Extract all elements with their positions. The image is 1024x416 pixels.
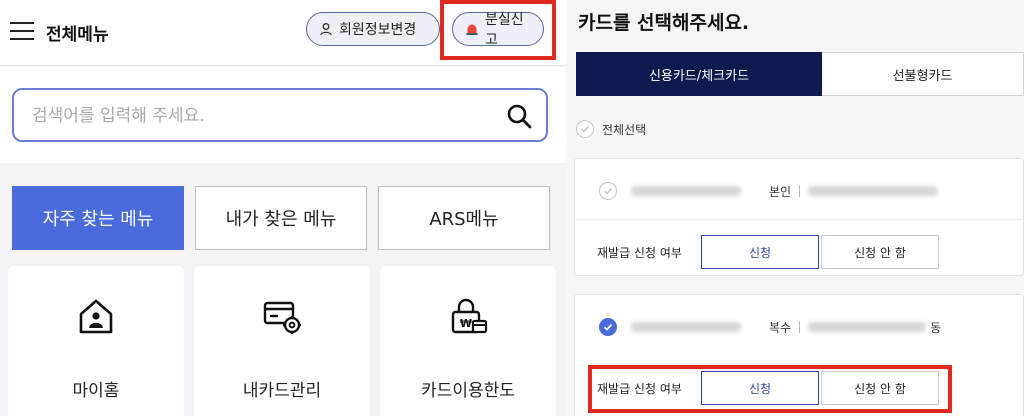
masked-card-number: [631, 186, 741, 196]
menu-tabs: 자주 찾는 메뉴 내가 찾은 메뉴 ARS메뉴: [12, 186, 550, 250]
card-select-title: 카드를 선택해주세요.: [578, 12, 750, 34]
reissue-row: 재발급 신청 여부 신청 신청 안 함: [597, 235, 941, 269]
check-circle-icon: [576, 120, 594, 138]
lost-report-highlight-box: [440, 0, 556, 60]
full-menu-panel: 전체메뉴 회원정보변경 분실신고 자주 찾는 메뉴 내가 찾은 메뉴 ARS메뉴: [0, 0, 566, 416]
hamburger-menu-icon[interactable]: [10, 21, 34, 41]
card-type-segment: 신용카드/체크카드 선불형카드: [576, 52, 1024, 96]
select-all-checkbox[interactable]: 전체선택: [576, 120, 646, 138]
reissue-apply-button[interactable]: 신청: [701, 235, 819, 269]
search-section: [0, 67, 566, 163]
house-person-icon: [76, 296, 116, 336]
card-owner-label: 본인: [769, 184, 792, 199]
masked-card-number: [631, 322, 741, 332]
card-owner-label: 복수: [769, 320, 792, 335]
member-info-button[interactable]: 회원정보변경: [306, 12, 440, 46]
segment-prepaid-card[interactable]: 선불형카드: [822, 52, 1024, 96]
menu-card-label: 내카드관리: [242, 381, 322, 401]
search-box: [12, 88, 548, 142]
card-info-row: 복수 동: [599, 317, 941, 337]
card-gear-icon: [262, 296, 302, 336]
tab-ars-menu[interactable]: ARS메뉴: [378, 186, 550, 250]
divider: [799, 185, 801, 197]
reissue-label: 재발급 신청 여부: [597, 245, 682, 260]
member-info-label: 회원정보변경: [339, 22, 417, 38]
lock-won-card-icon: ₩: [448, 296, 488, 336]
card-name-suffix: 동: [930, 320, 942, 335]
divider: [799, 321, 801, 333]
menu-card-card-usage-limit[interactable]: ₩ 카드이용한도: [380, 266, 556, 416]
menu-card-label: 카드이용한도: [421, 381, 515, 401]
masked-card-name: [808, 322, 927, 332]
card-info-row: 본인: [599, 181, 939, 201]
divider: [575, 219, 1024, 220]
card-item: 본인 재발급 신청 여부 신청 신청 안 함: [574, 158, 1024, 276]
reissue-decline-button[interactable]: 신청 안 함: [821, 235, 939, 269]
menu-card-label: 마이홈: [72, 381, 120, 401]
card-select-panel: 카드를 선택해주세요. 신용카드/체크카드 선불형카드 전체선택 본인 재발급 …: [566, 0, 1024, 416]
select-all-label: 전체선택: [602, 122, 647, 137]
reissue-row-highlight-box: [588, 365, 952, 413]
person-icon: [319, 22, 333, 36]
card-checkbox[interactable]: [599, 182, 617, 200]
page-title: 전체메뉴: [46, 25, 109, 45]
quick-menu-grid: 마이홈 내카드관리 ₩ 카드이용한도: [8, 266, 558, 416]
search-input[interactable]: [32, 102, 472, 130]
segment-credit-check-card[interactable]: 신용카드/체크카드: [576, 52, 822, 96]
search-icon[interactable]: [506, 103, 532, 129]
tab-my-searched-menu[interactable]: 내가 찾은 메뉴: [195, 186, 367, 250]
svg-text:₩: ₩: [460, 317, 472, 330]
tab-frequent-menu[interactable]: 자주 찾는 메뉴: [12, 186, 184, 250]
menu-card-my-home[interactable]: 마이홈: [8, 266, 184, 416]
masked-card-name: [808, 186, 939, 196]
card-checkbox[interactable]: [599, 318, 617, 336]
menu-card-my-card-management[interactable]: 내카드관리: [194, 266, 370, 416]
